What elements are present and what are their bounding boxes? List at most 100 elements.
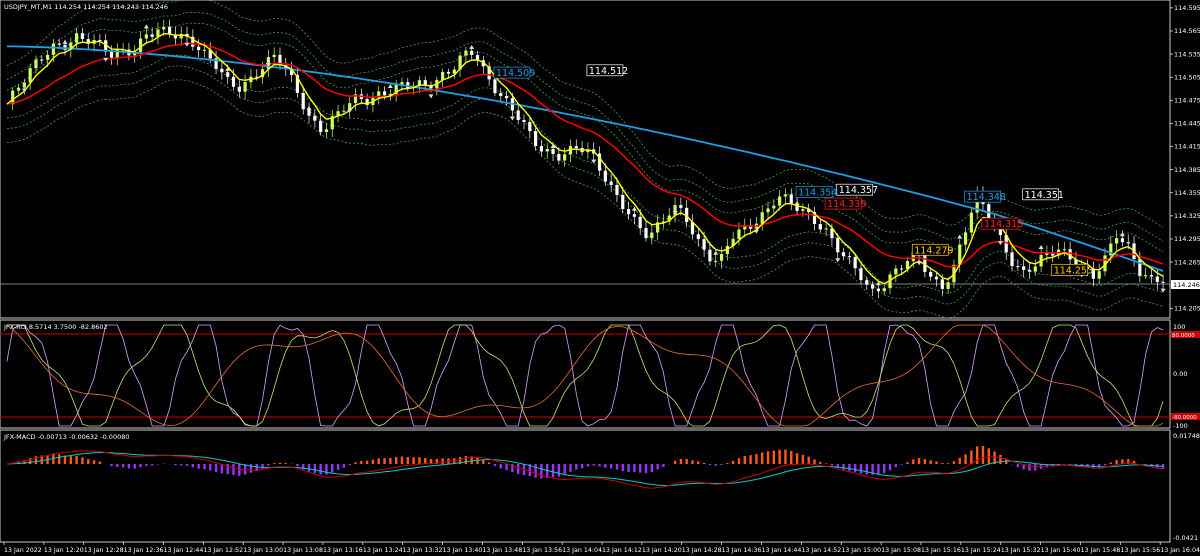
candle-body: [836, 238, 840, 253]
candle-body: [929, 271, 933, 277]
candle-body: [470, 50, 474, 55]
candle-body: [1120, 238, 1125, 243]
candle-body: [772, 205, 776, 209]
candle-body: [882, 288, 886, 292]
candle-body: [824, 228, 828, 230]
candle-body: [1149, 275, 1154, 277]
candle-body: [34, 59, 38, 69]
time-tick-label: 13 Jan 13:40: [443, 547, 483, 554]
candle-body: [57, 43, 61, 45]
candle-body: [80, 33, 85, 40]
candle-body: [109, 51, 114, 58]
price-tick-label: 114.295: [1174, 235, 1200, 243]
candle-body: [1062, 249, 1066, 251]
time-tick-label: 13 Jan 15:24: [961, 547, 1001, 554]
candle-body: [789, 194, 793, 204]
candle-body: [202, 49, 207, 51]
price-label-text: 114.357: [839, 185, 878, 196]
candle-body: [1161, 281, 1165, 283]
candle-body: [934, 276, 939, 280]
candle-body: [539, 145, 544, 152]
time-axis: 13 Jan 2022 13 Jan 12:20 13 Jan 12:28 13 Ja…: [3, 542, 1200, 554]
time-tick-label: 13 Jan 12:36: [124, 547, 164, 554]
candle-body: [220, 68, 224, 73]
candle-body: [441, 71, 445, 80]
time-tick-label: 13 Jan 14:04: [562, 547, 602, 554]
candle-body: [237, 86, 241, 92]
time-tick-label: 13 Jan 15:48: [1080, 547, 1120, 554]
rci-window[interactable]: [0, 319, 1171, 429]
candle-body: [719, 253, 724, 261]
candle-body: [301, 92, 305, 110]
price-label-text: 114.512: [589, 66, 628, 77]
candle-body: [493, 79, 497, 94]
time-tick-label: 13 Jan 14:44: [762, 547, 802, 554]
rci-window-title: JFX-RCI 8.5714 3.7500 -82.8602: [3, 323, 108, 331]
time-tick-label: 13 Jan 15:32: [1001, 547, 1041, 554]
macd-tick-top: 0.01748: [1173, 432, 1200, 440]
candle-body: [609, 181, 613, 185]
candle-body: [557, 154, 561, 161]
price-axis: 114.595 114.565 114.535 114.505 114.475 114.4…: [1170, 4, 1200, 312]
candle-body: [841, 252, 846, 257]
rci-tick-100: 100: [1173, 323, 1185, 331]
time-tick-label: 13 Jan 14:12: [602, 547, 642, 554]
price-label-text: 114.253: [1054, 265, 1093, 276]
candle-body: [528, 122, 532, 132]
candle-body: [504, 96, 509, 99]
candle-body: [197, 46, 201, 51]
candle-body: [870, 284, 875, 289]
macd-window-title: JFX-MACD -0.00713 -0.00632 -0.00080: [3, 433, 130, 441]
candle-body: [446, 71, 451, 74]
candle-body: [940, 279, 944, 289]
time-tick-label: 13 Jan 14:20: [642, 547, 682, 554]
candle-body: [423, 80, 427, 85]
candle-body: [1115, 238, 1119, 244]
time-tick-label: 13 Jan 13:16: [323, 547, 363, 554]
candle-body: [865, 280, 869, 285]
price-tick-label: 114.565: [1174, 27, 1200, 35]
price-label-text: 114.351: [1025, 190, 1064, 201]
candle-body: [766, 208, 770, 213]
candle-body: [1033, 266, 1037, 272]
trading-chart[interactable]: 114.509 114.512 114.354 114.357 114.339 114.2…: [0, 0, 1200, 556]
price-tick-label: 114.415: [1174, 143, 1200, 151]
candle-body: [1155, 276, 1159, 282]
rci-level-upper-value: 80.0000: [1172, 333, 1195, 339]
time-tick-label: 13 Jan 13:08: [283, 547, 323, 554]
candle-body: [138, 38, 143, 52]
candle-body: [574, 146, 578, 148]
candle-body: [638, 216, 642, 229]
candle-body: [714, 260, 718, 262]
current-price-value: 114.246: [1173, 281, 1200, 289]
candle-body: [946, 282, 950, 289]
rci-level-lower-value: -80.0000: [1172, 415, 1197, 421]
time-tick-label: 13 Jan 13:56: [522, 547, 562, 554]
candle-body: [876, 288, 881, 292]
time-tick-label: 13 Jan 2022: [4, 547, 42, 554]
candle-body: [853, 257, 857, 269]
candle-body: [632, 214, 636, 217]
candle-body: [324, 129, 329, 133]
price-window[interactable]: [0, 0, 1171, 319]
candle-body: [545, 148, 549, 152]
macd-window[interactable]: [0, 429, 1171, 543]
price-tick-label: 114.205: [1174, 304, 1200, 312]
candle-body: [162, 26, 166, 30]
candle-body: [1016, 266, 1020, 268]
candle-body: [319, 120, 323, 133]
candle-body: [464, 50, 468, 56]
time-tick-label: 13 Jan 15:16: [921, 547, 961, 554]
candle-body: [1138, 259, 1142, 276]
time-tick-label: 13 Jan 13:32: [403, 547, 443, 554]
rci-tick-0: 0.00: [1173, 370, 1187, 378]
candle-body: [696, 234, 700, 240]
candle-body: [272, 54, 276, 58]
time-tick-label: 13 Jan 13:00: [243, 547, 283, 554]
candle-body: [1097, 271, 1101, 279]
candle-body: [1010, 252, 1014, 267]
main-window-title: USDJPY_MT,M1 114.254 114.254 114.243 114…: [4, 3, 168, 11]
time-tick-label: 13 Jan 14:36: [722, 547, 762, 554]
candle-body: [708, 249, 712, 262]
candle-body: [45, 54, 50, 60]
